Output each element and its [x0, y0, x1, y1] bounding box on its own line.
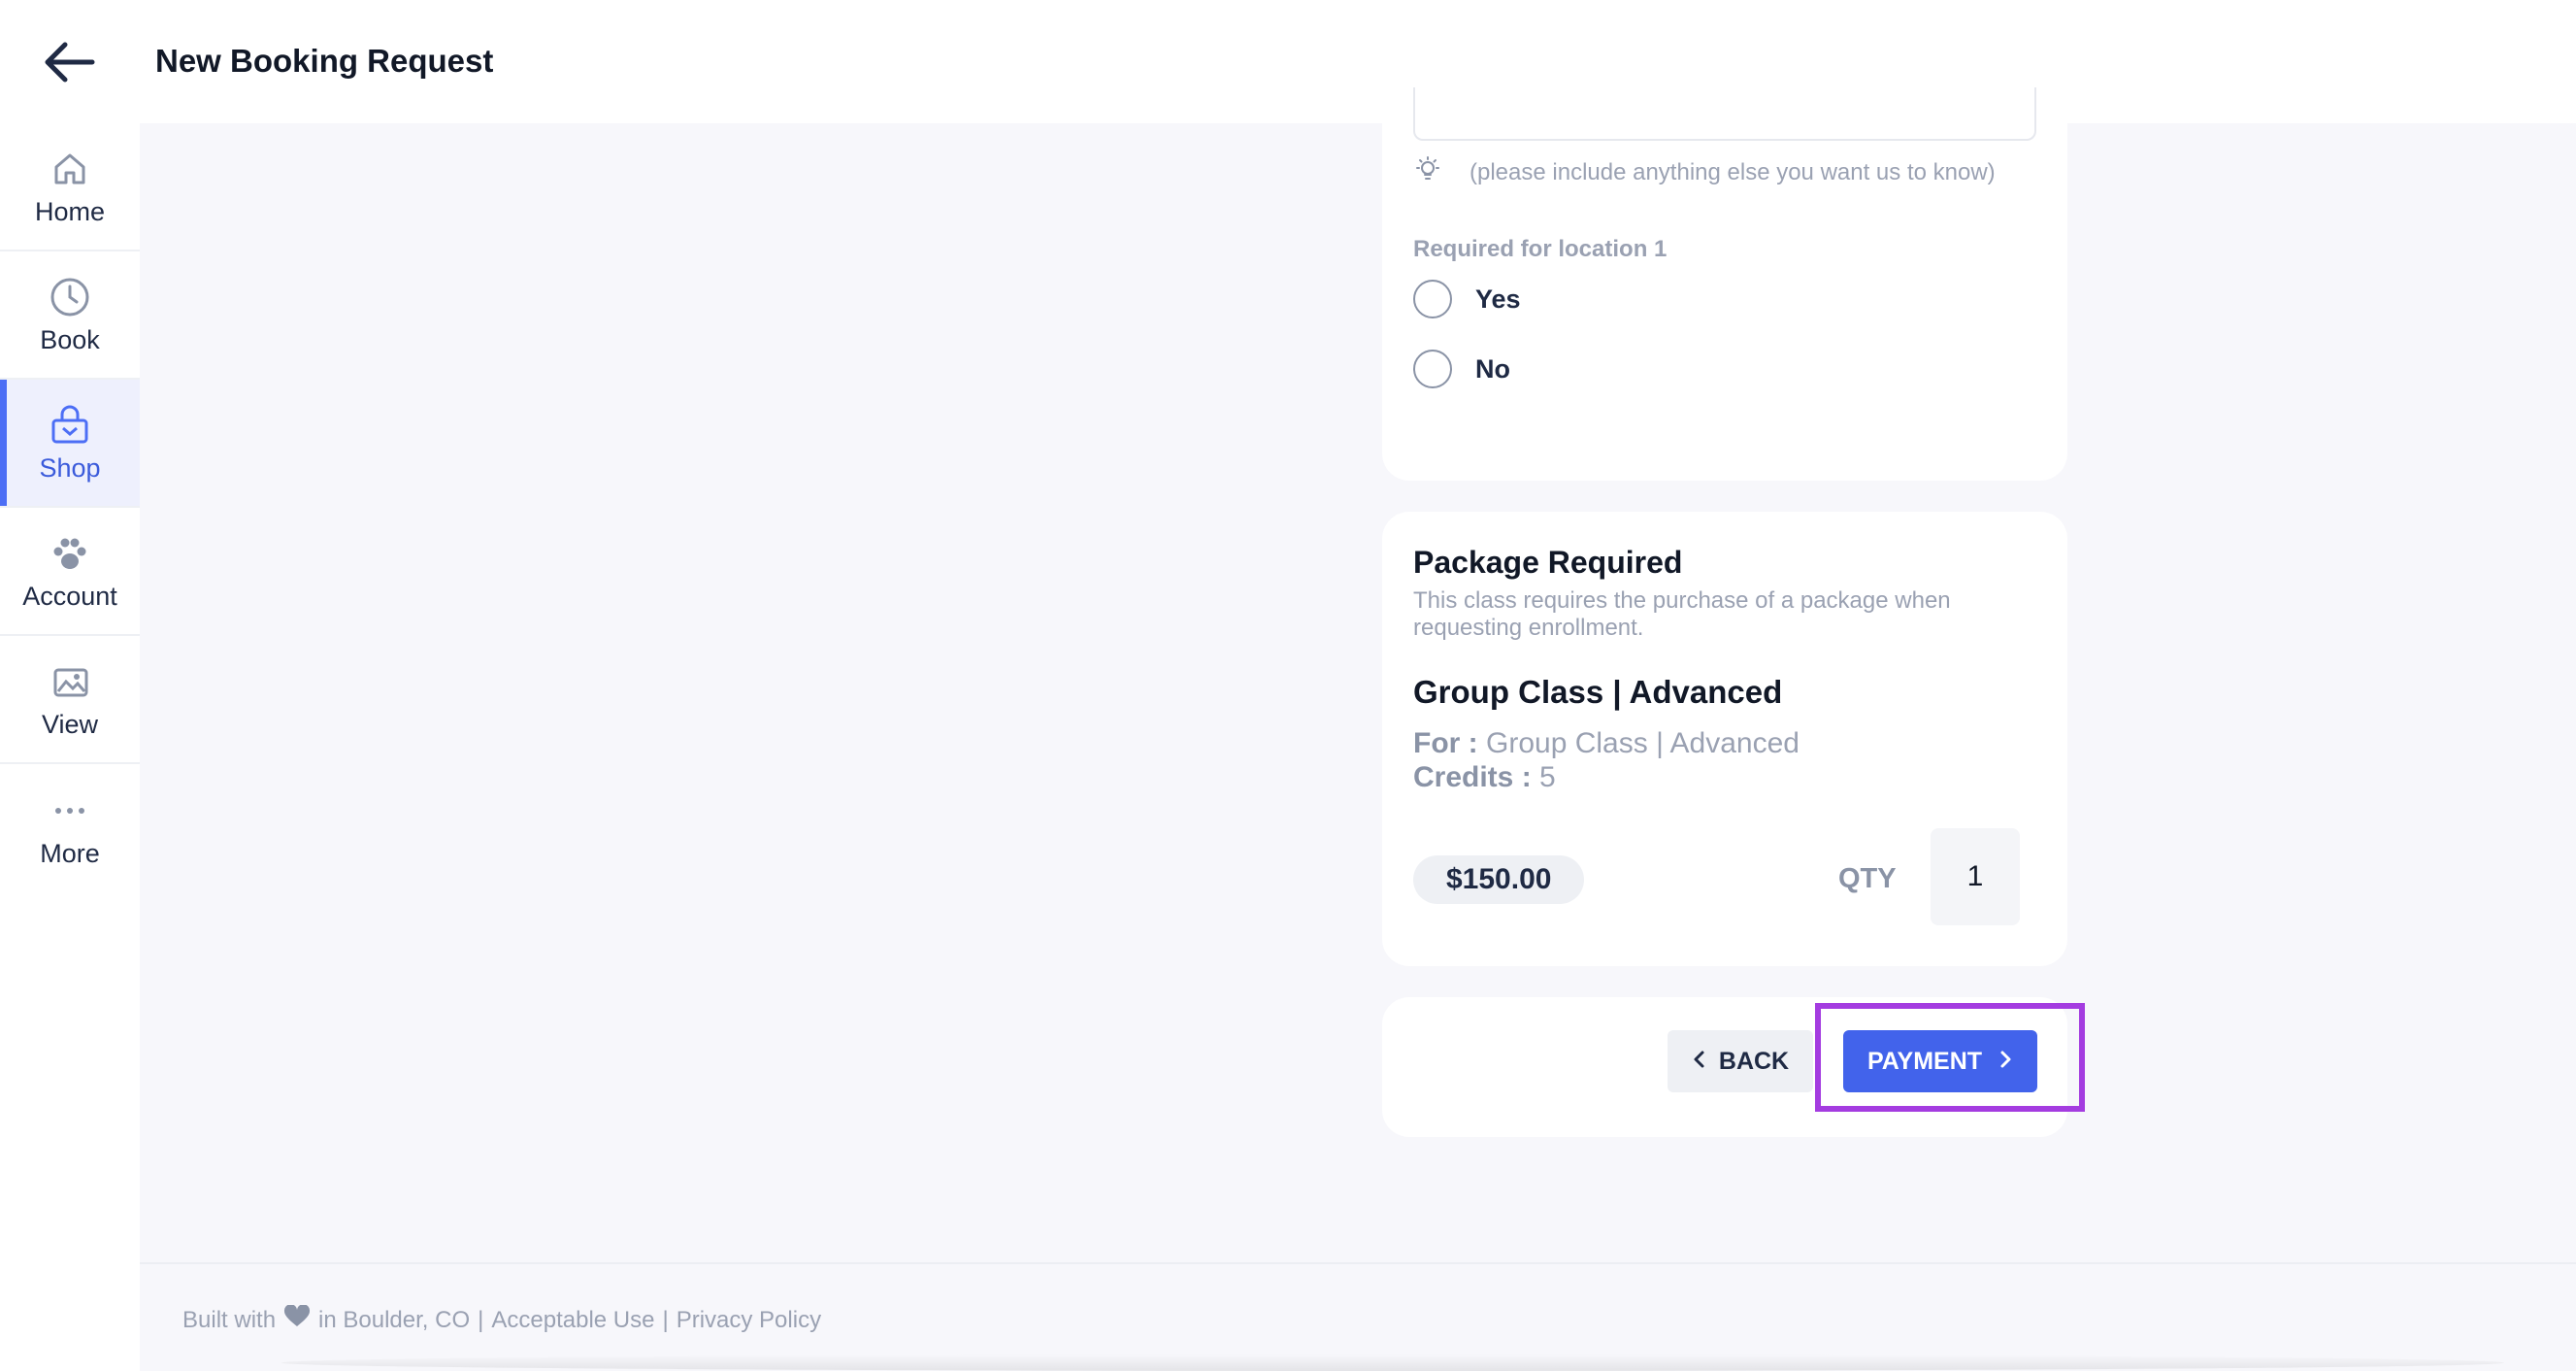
- radio-button[interactable]: [1413, 350, 1452, 388]
- for-value: Group Class | Advanced: [1486, 727, 1800, 759]
- sidebar-item-label: More: [40, 838, 100, 868]
- sidebar-item-shop[interactable]: Shop: [0, 380, 140, 508]
- package-credits: Credits : 5: [1413, 761, 1556, 794]
- notes-textarea[interactable]: [1413, 87, 2036, 141]
- package-for: For : Group Class | Advanced: [1413, 727, 1800, 760]
- required-label: Required for location 1: [1413, 236, 1668, 262]
- hint-row: (please include anything else you want u…: [1413, 155, 1996, 189]
- footer-separator: |: [662, 1306, 669, 1333]
- sidebar-item-more[interactable]: More: [0, 764, 140, 892]
- package-description: This class requires the purchase of a pa…: [1413, 587, 1951, 641]
- top-bar: New Booking Request: [0, 0, 2576, 123]
- paw-icon: [48, 531, 92, 576]
- footer-text: Built with in Boulder, CO | Acceptable U…: [182, 1304, 821, 1335]
- for-label: For :: [1413, 727, 1478, 759]
- package-name: Group Class | Advanced: [1413, 674, 1783, 710]
- actions-card: BACK PAYMENT: [1382, 997, 2067, 1137]
- payment-button[interactable]: PAYMENT: [1843, 1030, 2037, 1092]
- bottom-shadow: [281, 1354, 2504, 1371]
- sidebar-item-home[interactable]: Home: [0, 123, 140, 251]
- hint-text: (please include anything else you want u…: [1470, 158, 1996, 185]
- gallery-icon: [48, 659, 92, 704]
- form-card: (please include anything else you want u…: [1382, 87, 2067, 481]
- footer-separator: |: [478, 1306, 484, 1333]
- radio-label: No: [1475, 353, 1510, 384]
- qty-input[interactable]: 1: [1931, 828, 2020, 925]
- package-heading: Package Required: [1413, 545, 1683, 580]
- credits-value: 5: [1539, 761, 1556, 793]
- sidebar-item-view[interactable]: View: [0, 636, 140, 764]
- sidebar-item-label: Book: [40, 324, 100, 354]
- shop-bag-icon: [48, 403, 92, 448]
- sidebar-item-label: Shop: [39, 452, 101, 483]
- qty-label: QTY: [1838, 863, 1897, 894]
- chevron-left-icon: [1692, 1048, 1705, 1076]
- footer-location: in Boulder, CO: [318, 1306, 471, 1333]
- radio-option-yes[interactable]: Yes: [1413, 280, 1521, 318]
- lightbulb-icon: [1413, 155, 1442, 189]
- price-badge: $150.00: [1413, 855, 1585, 904]
- sidebar-item-label: Home: [34, 196, 106, 226]
- chevron-right-icon: [1999, 1048, 2013, 1076]
- page-title: New Booking Request: [155, 43, 494, 79]
- clock-icon: [48, 275, 92, 319]
- radio-label: Yes: [1475, 284, 1521, 314]
- sidebar: Home Book Shop Account View More: [0, 123, 140, 1371]
- back-button-label: BACK: [1718, 1047, 1790, 1075]
- credits-label: Credits :: [1413, 761, 1532, 793]
- footer-built-with: Built with: [182, 1306, 277, 1333]
- privacy-policy-link[interactable]: Privacy Policy: [677, 1307, 821, 1334]
- acceptable-use-link[interactable]: Acceptable Use: [491, 1307, 654, 1334]
- radio-button[interactable]: [1413, 280, 1452, 318]
- more-dots-icon: [48, 788, 92, 833]
- payment-button-label: PAYMENT: [1866, 1047, 1983, 1075]
- back-arrow-icon[interactable]: [37, 33, 101, 91]
- heart-icon: [283, 1304, 311, 1335]
- sidebar-item-label: View: [41, 709, 99, 739]
- package-card: Package Required This class requires the…: [1382, 512, 2067, 966]
- radio-option-no[interactable]: No: [1413, 350, 1510, 388]
- sidebar-item-account[interactable]: Account: [0, 508, 140, 636]
- sidebar-item-label: Account: [22, 581, 117, 611]
- home-icon: [48, 147, 92, 191]
- sidebar-item-book[interactable]: Book: [0, 251, 140, 380]
- back-button[interactable]: BACK: [1668, 1030, 1813, 1092]
